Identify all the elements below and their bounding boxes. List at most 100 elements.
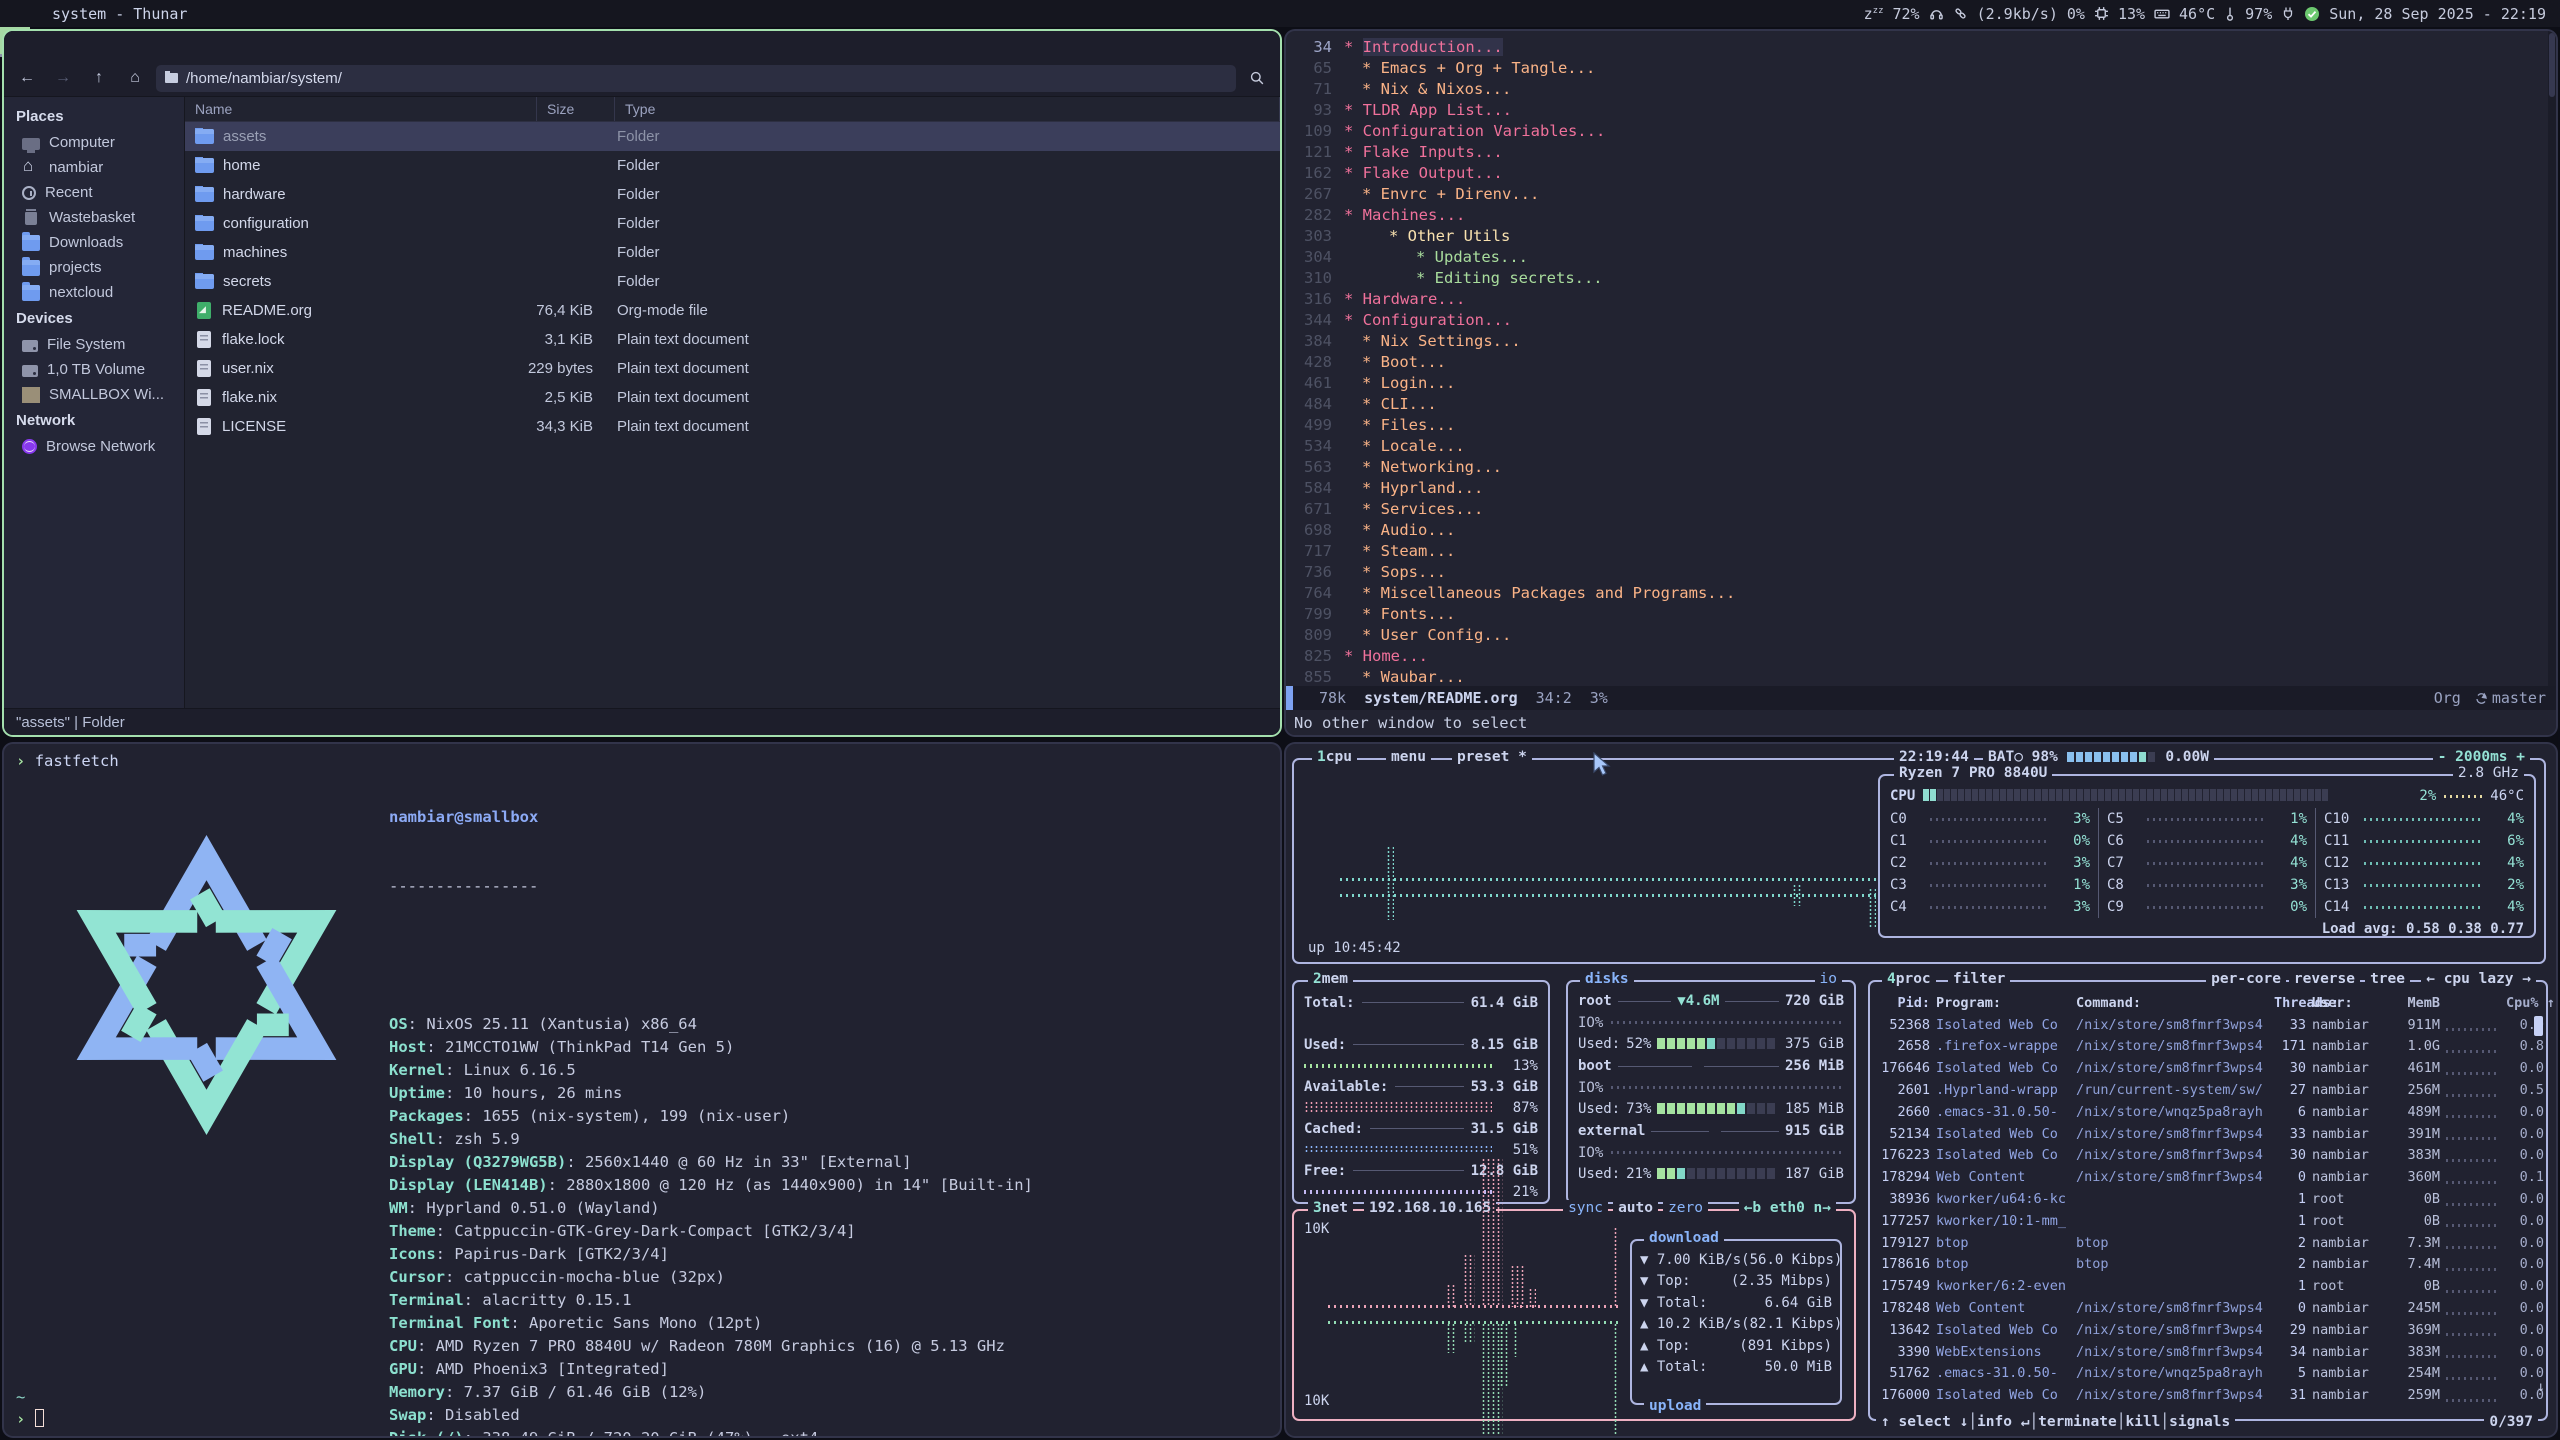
- network-link-icon[interactable]: [1953, 6, 1968, 21]
- org-heading-line[interactable]: 825 * Home...: [1292, 646, 2556, 667]
- process-row[interactable]: 2601.Hyprland-wrapp /run/current-system/…: [1878, 1079, 2540, 1101]
- process-row[interactable]: 38936kworker/u64:6-kc 1 root0B 0.0: [1878, 1188, 2540, 1210]
- file-row[interactable]: machines Folder: [185, 238, 1280, 267]
- sidebar-item[interactable]: Computer: [4, 130, 184, 155]
- net-sync-button[interactable]: sync: [1563, 1200, 1608, 1216]
- file-row[interactable]: flake.lock 3,1 KiB Plain text document: [185, 325, 1280, 354]
- process-row[interactable]: 179127btop btop2 nambiar7.3M 0.0: [1878, 1232, 2540, 1254]
- scroll-down-indicator[interactable]: ↓: [2537, 1379, 2545, 1395]
- file-row[interactable]: LICENSE 34,3 KiB Plain text document: [185, 412, 1280, 441]
- sidebar-item[interactable]: projects: [4, 255, 184, 280]
- workspace-button[interactable]: [0, 0, 30, 27]
- up-button[interactable]: ↑: [84, 65, 114, 91]
- mem-tab[interactable]: mem: [1322, 971, 1348, 987]
- org-heading-line[interactable]: 162 * Flake Output...: [1292, 163, 2556, 184]
- process-row[interactable]: 178248Web Content /nix/store/sm8fmrf3wps…: [1878, 1297, 2540, 1319]
- cpu-tab[interactable]: cpu: [1326, 749, 1352, 765]
- process-row[interactable]: 2658.firefox-wrappe /nix/store/sm8fmrf3w…: [1878, 1036, 2540, 1058]
- volume-level[interactable]: 72%: [1893, 5, 1920, 23]
- process-row[interactable]: 176000Isolated Web Co /nix/store/sm8fmrf…: [1878, 1384, 2540, 1406]
- proc-key-hints[interactable]: ↑ select ↓│info ↵│terminate│kill│signals: [1876, 1414, 2235, 1430]
- org-heading-line[interactable]: 71 * Nix & Nixos...: [1292, 79, 2556, 100]
- preset-button[interactable]: preset *: [1452, 749, 1532, 765]
- menu-item[interactable]: [34, 44, 52, 48]
- org-heading-line[interactable]: 303 * Other Utils: [1292, 226, 2556, 247]
- file-row[interactable]: assets Folder: [185, 122, 1280, 151]
- org-heading-line[interactable]: 109 * Configuration Variables...: [1292, 121, 2556, 142]
- column-type[interactable]: Type: [615, 97, 1280, 121]
- process-row[interactable]: 52368Isolated Web Co /nix/store/sm8fmrf3…: [1878, 1014, 2540, 1036]
- clock-date[interactable]: Sun, 28 Sep 2025 - 22:19: [2329, 5, 2546, 23]
- org-heading-line[interactable]: 65 * Emacs + Org + Tangle...: [1292, 58, 2556, 79]
- file-row[interactable]: hardware Folder: [185, 180, 1280, 209]
- sidebar-item[interactable]: Recent: [4, 180, 184, 205]
- sidebar-item[interactable]: nextcloud: [4, 280, 184, 305]
- org-heading-line[interactable]: 484 * CLI...: [1292, 394, 2556, 415]
- sidebar-device[interactable]: 1,0 TB Volume: [4, 357, 184, 382]
- btop-window[interactable]: 1cpu menu preset * 22:19:44 BAT○ 98% 0.0…: [1286, 744, 2556, 1436]
- org-heading-line[interactable]: 671 * Services...: [1292, 499, 2556, 520]
- sort-column-selector[interactable]: ← cpu lazy →: [2421, 971, 2536, 987]
- menu-item[interactable]: [78, 44, 96, 48]
- status-ok-icon[interactable]: [2304, 6, 2320, 22]
- proc-header-row[interactable]: Pid:Program: Command:Threads: User:MemB …: [1878, 992, 2540, 1014]
- menu-button[interactable]: menu: [1386, 749, 1431, 765]
- file-row[interactable]: configuration Folder: [185, 209, 1280, 238]
- org-heading-line[interactable]: 121 * Flake Inputs...: [1292, 142, 2556, 163]
- terminal-fastfetch[interactable]: › fastfetch nambiar@smallbox -----------…: [4, 744, 1280, 1436]
- sidebar-device[interactable]: File System: [4, 332, 184, 357]
- menu-item[interactable]: [12, 44, 30, 48]
- menu-item[interactable]: [56, 44, 74, 48]
- back-button[interactable]: ←: [12, 65, 42, 91]
- org-heading-line[interactable]: 267 * Envrc + Direnv...: [1292, 184, 2556, 205]
- org-heading-line[interactable]: 34 * Introduction...: [1292, 37, 2556, 58]
- org-heading-line[interactable]: 717 * Steam...: [1292, 541, 2556, 562]
- process-row[interactable]: 178294Web Content /nix/store/sm8fmrf3wps…: [1878, 1166, 2540, 1188]
- column-name[interactable]: Name: [185, 97, 537, 121]
- org-buffer[interactable]: 34 * Introduction... 65 * Emacs + Org + …: [1286, 31, 2556, 686]
- proc-tab[interactable]: proc: [1896, 971, 1931, 987]
- org-heading-line[interactable]: 736 * Sops...: [1292, 562, 2556, 583]
- path-bar[interactable]: /home/nambiar/system/: [156, 65, 1236, 92]
- process-row[interactable]: 175749kworker/6:2-even 1 root0B 0.0: [1878, 1275, 2540, 1297]
- column-size[interactable]: Size: [537, 97, 615, 121]
- process-row[interactable]: 178616btop btop2 nambiar7.4M 0.0: [1878, 1254, 2540, 1276]
- file-row[interactable]: home Folder: [185, 151, 1280, 180]
- file-row[interactable]: secrets Folder: [185, 267, 1280, 296]
- process-row[interactable]: 2660.emacs-31.0.50- /nix/store/wnqz5pa8r…: [1878, 1101, 2540, 1123]
- shell-prompt-bottom[interactable]: ~ ›: [16, 1386, 44, 1430]
- process-row[interactable]: 176646Isolated Web Co /nix/store/sm8fmrf…: [1878, 1057, 2540, 1079]
- filter-button[interactable]: filter: [1948, 971, 2010, 987]
- org-heading-line[interactable]: 428 * Boot...: [1292, 352, 2556, 373]
- org-heading-line[interactable]: 304 * Updates...: [1292, 247, 2556, 268]
- file-row[interactable]: flake.nix 2,5 KiB Plain text document: [185, 383, 1280, 412]
- process-row[interactable]: 177257kworker/10:1-mm_ 1 root0B 0.0: [1878, 1210, 2540, 1232]
- net-tab[interactable]: net: [1322, 1200, 1348, 1216]
- sidebar-item[interactable]: Wastebasket: [4, 205, 184, 230]
- sidebar-item[interactable]: Downloads: [4, 230, 184, 255]
- disks-tab[interactable]: disks: [1580, 971, 1634, 987]
- org-heading-line[interactable]: 799 * Fonts...: [1292, 604, 2556, 625]
- net-auto-button[interactable]: auto: [1613, 1200, 1658, 1216]
- sidebar-network-item[interactable]: Browse Network: [4, 434, 184, 459]
- scrollbar[interactable]: [2548, 31, 2556, 686]
- file-row[interactable]: user.nix 229 bytes Plain text document: [185, 354, 1280, 383]
- sidebar-device[interactable]: SMALLBOX Wi...: [4, 382, 184, 407]
- process-row[interactable]: 13642Isolated Web Co /nix/store/sm8fmrf3…: [1878, 1319, 2540, 1341]
- file-row[interactable]: README.org 76,4 KiB Org-mode file: [185, 296, 1280, 325]
- org-heading-line[interactable]: 461 * Login...: [1292, 373, 2556, 394]
- org-heading-line[interactable]: 855 * Waubar...: [1292, 667, 2556, 686]
- tree-toggle[interactable]: tree: [2365, 971, 2410, 987]
- org-heading-line[interactable]: 384 * Nix Settings...: [1292, 331, 2556, 352]
- org-heading-line[interactable]: 584 * Hyprland...: [1292, 478, 2556, 499]
- idle-inhibit-indicator[interactable]: zzz: [1864, 5, 1884, 23]
- org-heading-line[interactable]: 282 * Machines...: [1292, 205, 2556, 226]
- per-core-toggle[interactable]: per-core: [2206, 971, 2286, 987]
- org-heading-line[interactable]: 499 * Files...: [1292, 415, 2556, 436]
- proc-scrollbar-thumb[interactable]: [2534, 1016, 2543, 1036]
- org-heading-line[interactable]: 809 * User Config...: [1292, 625, 2556, 646]
- process-row[interactable]: 176223Isolated Web Co /nix/store/sm8fmrf…: [1878, 1145, 2540, 1167]
- process-row[interactable]: 51762.emacs-31.0.50- /nix/store/wnqz5pa8…: [1878, 1363, 2540, 1385]
- home-button[interactable]: ⌂: [120, 65, 150, 91]
- org-heading-line[interactable]: 310 * Editing secrets...: [1292, 268, 2556, 289]
